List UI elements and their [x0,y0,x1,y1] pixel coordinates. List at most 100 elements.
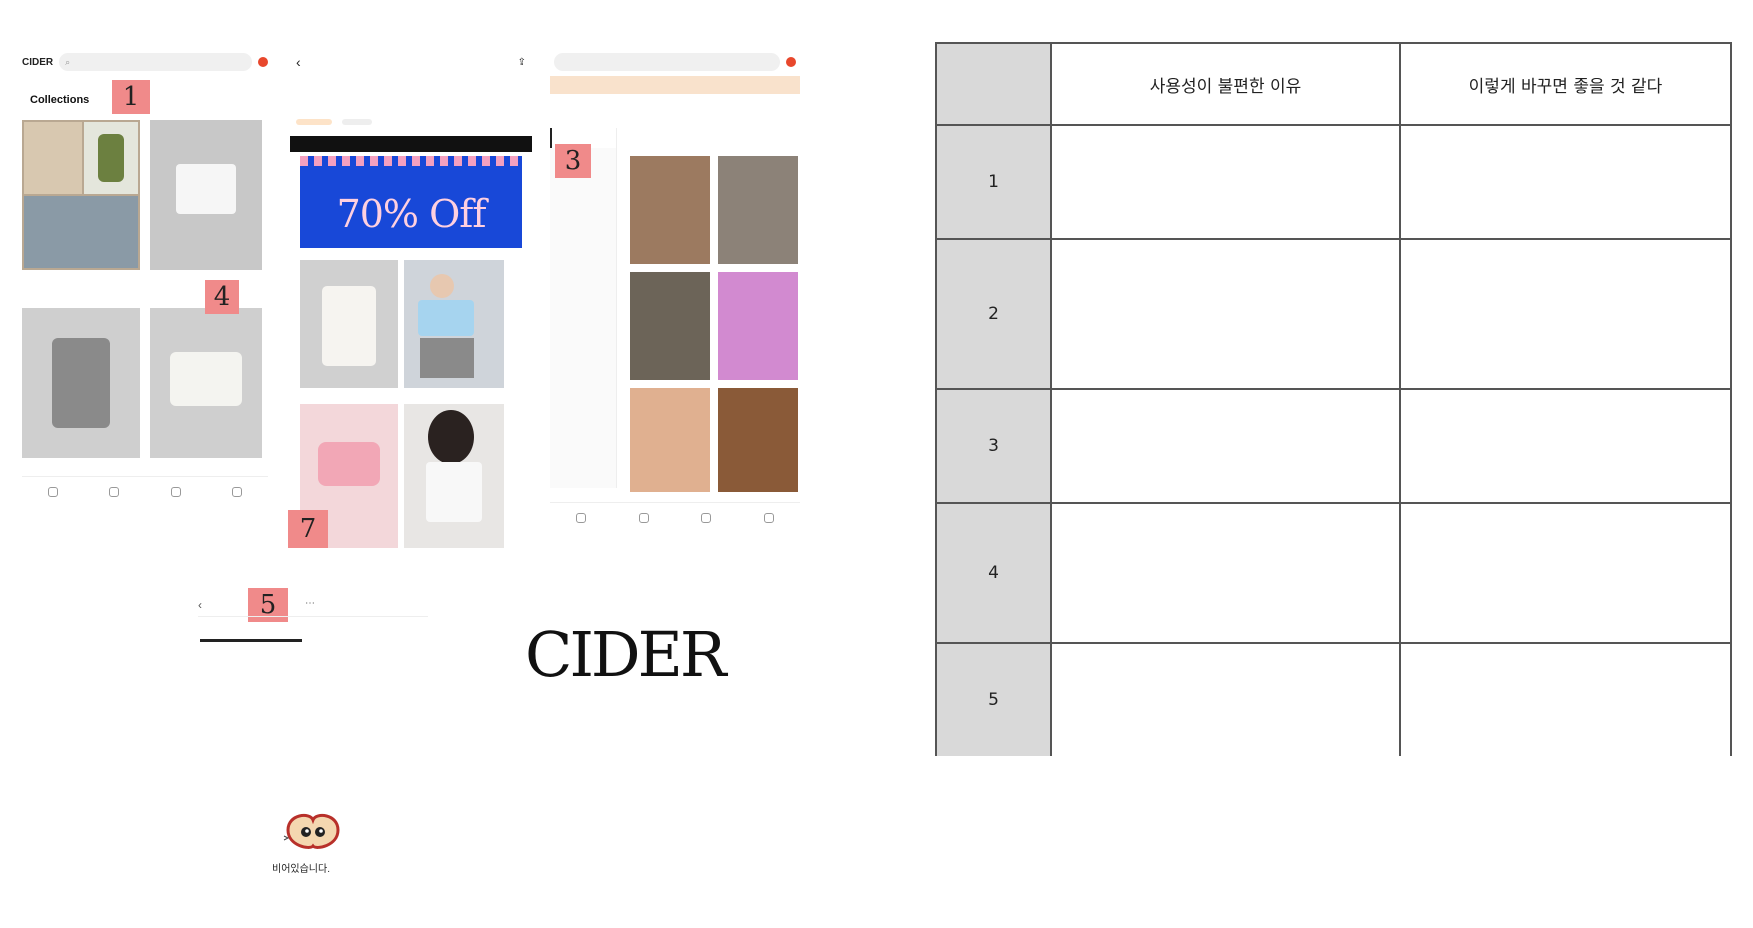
table-row: 1 [935,124,1732,240]
grid-photo[interactable] [718,272,798,380]
product-image-skirt[interactable] [150,308,262,458]
nav-home[interactable] [576,513,587,525]
empty-state: 비어있습니다. [262,806,352,876]
row-reason [1050,642,1401,756]
row-number: 3 [935,388,1052,504]
sidebar-item[interactable] [550,388,616,412]
promo-headline: 70% Off [336,192,487,236]
row-reason [1050,502,1401,644]
table-header-reason: 사용성이 불편한 이유 [1050,42,1401,126]
promo-stripe [300,156,522,166]
product-image-collage[interactable] [22,120,140,270]
cider-logo: CIDER [525,618,727,691]
bottom-nav [22,476,268,508]
nav-home[interactable] [47,487,58,499]
nav-profile[interactable] [232,487,243,499]
home-icon [47,487,58,497]
row-reason [1050,124,1401,240]
search-input[interactable] [554,53,780,71]
chip-row [296,112,378,130]
sidebar-item[interactable] [550,220,616,244]
category-sidebar [550,128,617,488]
search-topbar [550,48,800,76]
sidebar-item[interactable] [550,268,616,292]
row-improve [1399,124,1732,240]
annotation-badge-7: 7 [288,510,328,548]
grid-photo[interactable] [630,272,710,380]
nav-category[interactable] [638,513,649,525]
nav-wishlist[interactable] [170,487,181,499]
tab-active-underline [200,639,302,642]
filter-chip[interactable] [342,119,373,125]
product-image-white-top[interactable] [300,260,398,388]
collage-photo-1 [24,122,82,194]
notification-icon[interactable] [258,57,268,67]
tab-bar [198,616,428,642]
grid-photo[interactable] [718,156,798,264]
product-image-model[interactable] [404,404,504,548]
sidebar-item[interactable] [550,196,616,220]
nav-wishlist[interactable] [701,513,712,525]
screen-sale: ‹ ⇪ 70% Off [290,48,532,548]
filter-chip[interactable] [296,119,332,125]
category-icon [638,513,649,523]
search-input[interactable]: ⌕ [59,53,252,71]
collage-photo-2 [84,122,138,194]
usability-table: 사용성이 불편한 이유 이렇게 바꾸면 좋을 것 같다 1 2 3 4 5 [935,42,1732,756]
row-reason [1050,238,1401,390]
product-image-blue-top[interactable] [404,260,504,388]
promo-banner-strip [290,136,532,152]
table-header-row: 사용성이 불편한 이유 이렇게 바꾸면 좋을 것 같다 [935,42,1732,126]
brand-logo: CIDER [22,56,54,68]
empty-state-text: 비어있습니다. [272,864,330,875]
table-row: 2 [935,238,1732,390]
sidebar-item[interactable] [550,364,616,388]
nav-profile[interactable] [763,513,774,525]
sidebar-item[interactable] [550,316,616,340]
table-row: 4 [935,502,1732,644]
row-improve [1399,642,1732,756]
table-header-improve: 이렇게 바꾸면 좋을 것 같다 [1399,42,1732,126]
user-icon [232,487,243,497]
table-row: 3 [935,388,1732,504]
annotation-badge-3: 3 [555,144,591,178]
row-improve [1399,502,1732,644]
annotation-badge-1: 1 [112,80,150,114]
row-reason [1050,388,1401,504]
sidebar-item[interactable] [550,340,616,364]
home-topbar: CIDER ⌕ [22,48,268,76]
back-icon[interactable]: ‹ [296,54,301,70]
sidebar-item[interactable] [550,244,616,268]
grid-photo[interactable] [718,388,798,492]
more-icon[interactable]: ⋯ [305,598,315,609]
row-improve [1399,388,1732,504]
grid-photo[interactable] [630,156,710,264]
sidebar-item[interactable] [550,292,616,316]
row-number: 1 [935,124,1052,240]
annotation-badge-2: 4 [205,280,239,314]
promo-banner[interactable]: 70% Off [300,156,522,248]
table-header-num [935,42,1052,126]
screen-home: CIDER ⌕ Collections [22,48,268,508]
collage-photo-3 [24,196,138,268]
row-number: 2 [935,238,1052,390]
home-icon [576,513,587,523]
sale-topbar: ‹ ⇪ [290,48,532,76]
table-row: 5 [935,642,1732,756]
row-improve [1399,238,1732,390]
user-icon [763,513,774,523]
product-image-cardigan[interactable] [22,308,140,458]
screen-search [550,48,800,548]
nav-category[interactable] [109,487,120,499]
bottom-nav [550,502,800,535]
share-icon[interactable]: ⇪ [518,57,526,68]
row-number: 4 [935,502,1052,644]
notification-icon[interactable] [786,57,796,67]
apple-icon [283,813,340,849]
notice-banner[interactable] [550,76,800,94]
category-icon [109,487,120,497]
grid-photo[interactable] [630,388,710,492]
product-image-top[interactable] [150,120,262,270]
heart-icon [701,513,712,523]
back-icon[interactable]: ‹ [198,598,202,612]
